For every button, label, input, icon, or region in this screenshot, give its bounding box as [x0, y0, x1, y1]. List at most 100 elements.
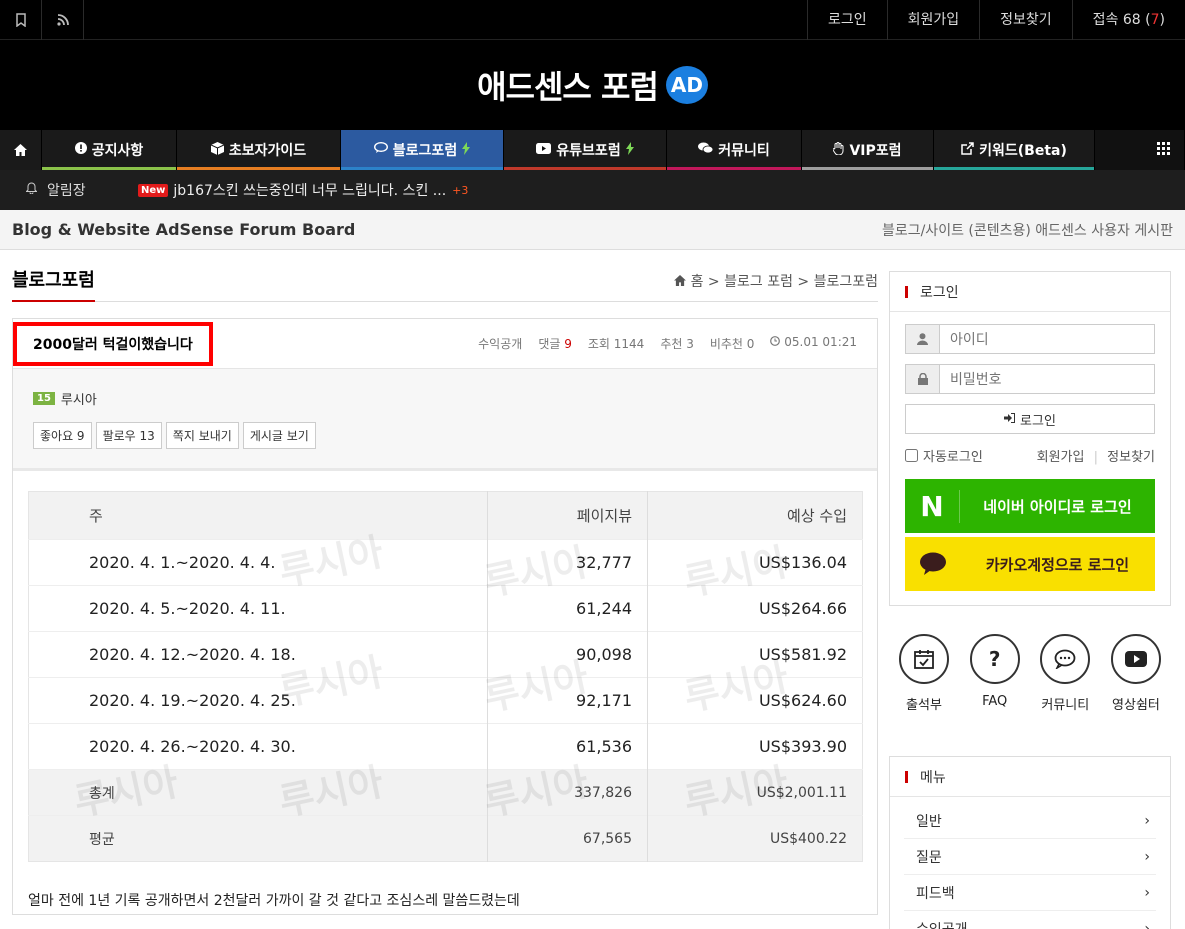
sidebar: 로그인 로그인 자동로그인 [889, 250, 1171, 929]
table-cell: 2020. 4. 5.~2020. 4. 11. [28, 585, 488, 632]
menu-item-label: 질문 [916, 849, 942, 866]
breadcrumb-home[interactable]: 홈 [691, 274, 704, 290]
login-button-label: 로그인 [1020, 413, 1056, 429]
login-form: 로그인 자동로그인 회원가입 | 정보찾기 N 네이버 아이디로 로그인 [890, 312, 1170, 605]
author-info[interactable]: 15 루시아 [33, 389, 857, 408]
nav-item-beginner-guide[interactable]: 초보자가이드 [177, 130, 341, 170]
post-category[interactable]: 수익공개 [478, 335, 522, 352]
top-signup-link[interactable]: 회원가입 [886, 0, 980, 40]
visitor-count-close: ) [1159, 12, 1165, 28]
site-logo-text[interactable]: 애드센스 포럼 [477, 62, 659, 108]
comments-icon [698, 142, 714, 158]
youtube-icon [536, 142, 552, 158]
post-likes: 추천 3 [660, 337, 694, 351]
author-box: 15 루시아 좋아요 9 팔로우 13 쪽지 보내기 게시글 보기 [13, 369, 877, 471]
site-logo-badge: AD [665, 66, 708, 104]
auto-login-checkbox[interactable]: 자동로그인 [905, 446, 983, 465]
earnings-table-image: 주 페이지뷰 예상 수입 2020. 4. 1.~2020. 4. 4. 32,7… [28, 491, 863, 862]
signup-link[interactable]: 회원가입 [1037, 450, 1085, 465]
top-find-link[interactable]: 정보찾기 [979, 0, 1072, 40]
view-posts-button[interactable]: 게시글 보기 [242, 422, 316, 449]
menu-item-earnings[interactable]: 수익공개 › [904, 911, 1156, 929]
post-view: 2000달러 턱걸이했습니다 수익공개 댓글 9 조회 1144 추천 3 비추… [12, 318, 878, 915]
bookmark-icon[interactable] [0, 0, 42, 40]
content-column: 블로그포럼 홈 > 블로그 포럼 > 블로그포럼 2000달러 턱걸이했습니다 … [12, 250, 878, 929]
board-title-en: Blog & Website AdSense Forum Board [12, 220, 356, 239]
id-input[interactable] [940, 325, 1154, 353]
table-cell: US$2,001.11 [647, 769, 863, 816]
naver-login-label: 네이버 아이디로 로그인 [983, 497, 1132, 516]
login-button[interactable]: 로그인 [905, 404, 1155, 434]
post-date-text: 05.01 01:21 [784, 335, 857, 349]
post-header: 2000달러 턱걸이했습니다 수익공개 댓글 9 조회 1144 추천 3 비추… [13, 319, 877, 369]
chevron-right-icon: › [1144, 920, 1150, 929]
like-button[interactable]: 좋아요 9 [33, 422, 92, 449]
visitor-count-open: ( [1140, 12, 1151, 28]
nav-label: 키워드(Beta) [979, 143, 1067, 159]
notice-ticker: 알림장 New jb167스킨 쓰는중인데 너무 느립니다. 스킨 ... +3 [0, 170, 1185, 210]
menu-item-question[interactable]: 질문 › [904, 839, 1156, 875]
nav-item-vip-forum[interactable]: VIP포럼 [802, 130, 934, 170]
table-cell: 61,244 [487, 585, 648, 632]
main-nav: 공지사항 초보자가이드 블로그포럼 유튜브포럼 커뮤니티 VIP포럼 키워드(B… [0, 130, 1185, 170]
menu-item-label: 일반 [916, 813, 942, 830]
chevron-right-icon: › [1144, 884, 1150, 901]
board-banner: Blog & Website AdSense Forum Board 블로그/사… [0, 210, 1185, 250]
quick-community[interactable]: 커뮤니티 [1040, 634, 1091, 756]
nav-item-youtube-forum[interactable]: 유튜브포럼 [504, 130, 667, 170]
nav-home[interactable] [0, 130, 42, 170]
comments-count: 9 [564, 337, 572, 351]
naver-login-button[interactable]: N 네이버 아이디로 로그인 [905, 479, 1155, 533]
nav-label: 블로그포럼 [392, 143, 458, 159]
menu-item-feedback[interactable]: 피드백 › [904, 875, 1156, 911]
rss-icon[interactable] [42, 0, 84, 40]
top-login-link[interactable]: 로그인 [806, 0, 887, 40]
calendar-check-icon [899, 634, 949, 684]
quick-label: 영상쉼터 [1112, 698, 1160, 713]
post-body-line: 얼마 전에 1년 기록 공개하면서 2천달러 가까이 갈 것 같다고 조심스레 … [28, 893, 520, 909]
nav-all-menu[interactable] [1095, 130, 1185, 170]
post-meta: 수익공개 댓글 9 조회 1144 추천 3 비추천 0 05.01 01:21 [478, 335, 857, 352]
find-info-link[interactable]: 정보찾기 [1107, 450, 1155, 465]
post-body: 얼마 전에 1년 기록 공개하면서 2천달러 가까이 갈 것 같다고 조심스레 … [13, 862, 877, 914]
post-views: 조회 1144 [587, 337, 645, 351]
nav-label: 커뮤니티 [718, 143, 770, 159]
table-header: 예상 수입 [647, 491, 863, 540]
ticker-label: 알림장 [47, 183, 86, 199]
menu-item-label: 수익공개 [916, 919, 968, 929]
question-icon: ? [969, 634, 1020, 684]
nav-item-notice[interactable]: 공지사항 [42, 130, 177, 170]
breadcrumb: 홈 > 블로그 포럼 > 블로그포럼 [674, 271, 878, 301]
password-input[interactable] [940, 365, 1154, 393]
speech-bubble-icon [1040, 634, 1091, 684]
external-link-icon [961, 141, 974, 159]
home-icon [14, 144, 27, 156]
follow-button[interactable]: 팔로우 13 [95, 422, 162, 449]
kakao-login-button[interactable]: 카카오계정으로 로그인 [905, 537, 1155, 591]
quick-faq[interactable]: ? FAQ [969, 634, 1020, 756]
main-area: 블로그포럼 홈 > 블로그 포럼 > 블로그포럼 2000달러 턱걸이했습니다 … [0, 250, 1185, 929]
nav-item-blog-forum[interactable]: 블로그포럼 [341, 130, 504, 170]
nav-item-community[interactable]: 커뮤니티 [667, 130, 802, 170]
auto-login-check[interactable] [905, 449, 918, 462]
visitor-count[interactable]: 접속 68 (7) [1071, 0, 1185, 40]
page-title: 블로그포럼 [12, 266, 95, 302]
login-box-header: 로그인 [890, 272, 1170, 312]
menu-item-general[interactable]: 일반 › [904, 803, 1156, 839]
quick-attendance[interactable]: 출석부 [899, 634, 949, 756]
top-bar: 로그인 회원가입 정보찾기 접속 68 (7) [0, 0, 1185, 40]
author-name[interactable]: 루시아 [61, 389, 97, 408]
table-total-row: 총계 337,826 US$2,001.11 [28, 769, 863, 816]
nav-item-keyword[interactable]: 키워드(Beta) [934, 130, 1095, 170]
quick-video[interactable]: 영상쉼터 [1110, 634, 1161, 756]
chat-bubble-icon [373, 141, 388, 158]
breadcrumb-path[interactable]: > 블로그 포럼 > 블로그포럼 [703, 274, 878, 290]
table-cell: 평균 [28, 815, 488, 862]
password-field [905, 364, 1155, 394]
visitor-count-new: 7 [1150, 12, 1160, 28]
hand-icon [832, 141, 844, 159]
new-badge: New [138, 183, 169, 197]
ticker-post-link[interactable]: jb167스킨 쓰는중인데 너무 느립니다. 스킨 ... [173, 180, 446, 200]
send-message-button[interactable]: 쪽지 보내기 [165, 422, 239, 449]
quick-label: FAQ [982, 694, 1008, 709]
